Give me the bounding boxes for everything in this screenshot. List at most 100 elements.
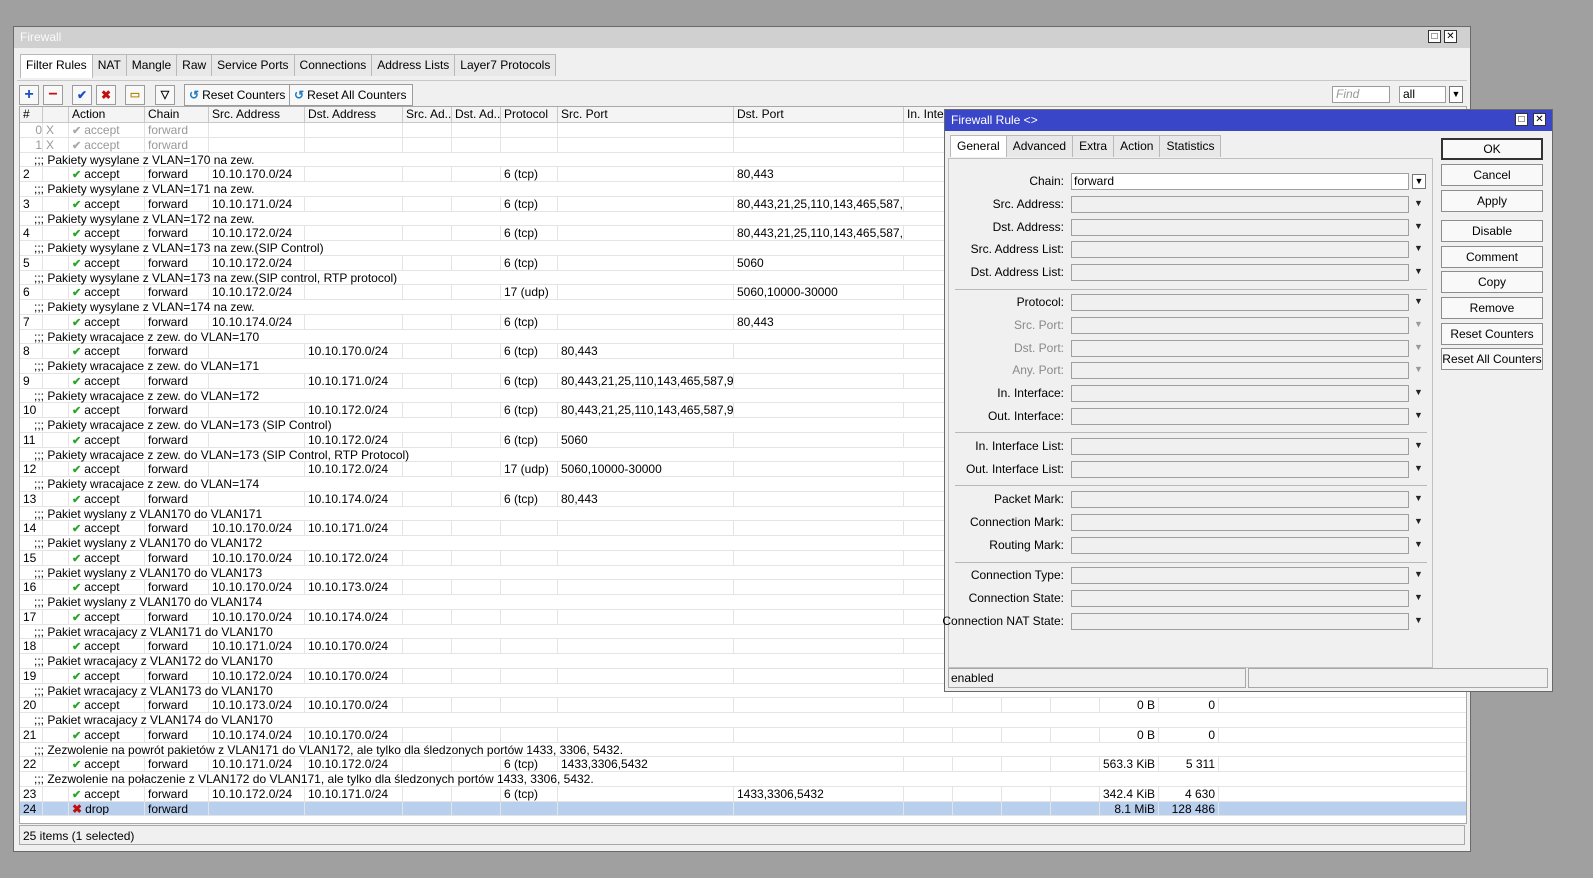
src-address-input[interactable] xyxy=(1071,196,1409,213)
chevron-down-icon[interactable]: ▼ xyxy=(1449,86,1463,103)
chevron-down-icon[interactable]: ▼ xyxy=(1414,296,1423,306)
remove-button[interactable]: Remove xyxy=(1441,297,1543,319)
connection-nat-state-input[interactable] xyxy=(1071,613,1409,630)
chevron-down-icon[interactable]: ▼ xyxy=(1414,243,1423,253)
reset-counters-button[interactable]: ↺ Reset Counters xyxy=(184,84,293,106)
out-interface-list-input[interactable] xyxy=(1071,461,1409,478)
src-port-input[interactable] xyxy=(1071,317,1409,334)
tab-address-lists[interactable]: Address Lists xyxy=(371,54,456,76)
cell-b xyxy=(1051,757,1100,771)
chevron-down-icon[interactable]: ▼ xyxy=(1414,516,1423,526)
tab-mangle[interactable]: Mangle xyxy=(125,54,178,76)
in-interface-input[interactable] xyxy=(1071,385,1409,402)
reset-counters-button[interactable]: Reset Counters xyxy=(1441,323,1543,345)
tab-general[interactable]: General xyxy=(950,135,1007,157)
col-dst-port[interactable]: Dst. Port xyxy=(734,107,904,122)
protocol-input[interactable] xyxy=(1071,294,1409,311)
chevron-down-icon[interactable]: ▼ xyxy=(1414,539,1423,549)
chevron-down-icon[interactable]: ▼ xyxy=(1414,493,1423,503)
col-action[interactable]: Action xyxy=(69,107,145,122)
comment-row[interactable]: ;;; Pakiet wracajacy z VLAN174 do VLAN17… xyxy=(20,713,1466,728)
maximize-icon[interactable]: □ xyxy=(1428,30,1441,43)
tab-action[interactable]: Action xyxy=(1113,135,1161,157)
col-protocol[interactable]: Protocol xyxy=(501,107,558,122)
cancel-button[interactable]: Cancel xyxy=(1441,164,1543,186)
chevron-down-icon[interactable]: ▼ xyxy=(1414,221,1423,231)
chevron-down-icon[interactable]: ▼ xyxy=(1414,463,1423,473)
cell-a xyxy=(1002,727,1051,742)
col-src-port[interactable]: Src. Port xyxy=(558,107,734,122)
tab-extra[interactable]: Extra xyxy=(1072,135,1115,157)
ok-button[interactable]: OK xyxy=(1441,138,1543,160)
tab-layer7-protocols[interactable]: Layer7 Protocols xyxy=(454,54,557,76)
chevron-down-icon[interactable]: ▼ xyxy=(1414,569,1423,579)
connection-mark-input[interactable] xyxy=(1071,514,1409,531)
col-dst-address[interactable]: Dst. Address xyxy=(305,107,403,122)
filter-icon[interactable]: ▽ xyxy=(155,85,175,105)
filter-select[interactable]: all xyxy=(1399,86,1446,103)
comment-row[interactable]: ;;; Zezwolenie na połaczenie z VLAN172 d… xyxy=(20,772,1466,787)
close-icon[interactable]: ✕ xyxy=(1533,113,1546,126)
tab-statistics[interactable]: Statistics xyxy=(1159,135,1222,157)
find-input[interactable]: Find xyxy=(1332,86,1390,103)
tab-nat[interactable]: NAT xyxy=(91,54,127,76)
comment-icon[interactable]: ▭ xyxy=(125,85,145,105)
col-src-address-list[interactable]: Src. Ad... xyxy=(403,107,452,122)
table-row[interactable]: 24 ✖ drop forward 8.1 MiB 128 486 xyxy=(20,801,1466,817)
routing-mark-input[interactable] xyxy=(1071,537,1409,554)
chevron-down-icon[interactable]: ▼ xyxy=(1414,440,1423,450)
reset-all-counters-button[interactable]: Reset All Counters xyxy=(1441,348,1543,370)
any-port-input[interactable] xyxy=(1071,362,1409,379)
dst-address-list-input[interactable] xyxy=(1071,264,1409,281)
chevron-down-icon[interactable]: ▼ xyxy=(1414,387,1423,397)
maximize-icon[interactable]: □ xyxy=(1515,113,1528,126)
rule-status: enabled xyxy=(948,668,1246,688)
disable-button[interactable]: Disable xyxy=(1441,220,1543,242)
dst-port-input[interactable] xyxy=(1071,340,1409,357)
tab-service-ports[interactable]: Service Ports xyxy=(211,54,295,76)
chevron-down-icon[interactable]: ▼ xyxy=(1414,319,1423,329)
chevron-down-icon[interactable]: ▼ xyxy=(1414,342,1423,352)
in-interface-list-input[interactable] xyxy=(1071,438,1409,455)
cell-proto: 17 (udp) xyxy=(501,462,558,476)
tab-connections[interactable]: Connections xyxy=(293,54,373,76)
tab-raw[interactable]: Raw xyxy=(176,54,213,76)
packet-mark-input[interactable] xyxy=(1071,491,1409,508)
enable-icon[interactable]: ✔ xyxy=(72,85,92,105)
chevron-down-icon[interactable]: ▼ xyxy=(1414,410,1423,420)
close-icon[interactable]: ✕ xyxy=(1444,30,1457,43)
copy-button[interactable]: Copy xyxy=(1441,271,1543,293)
comment-button[interactable]: Comment xyxy=(1441,246,1543,268)
chevron-down-icon[interactable]: ▼ xyxy=(1414,364,1423,374)
out-interface-input[interactable] xyxy=(1071,408,1409,425)
chain-dropdown-icon[interactable]: ▼ xyxy=(1412,174,1426,189)
disable-icon[interactable]: ✖ xyxy=(96,85,116,105)
col-flags[interactable] xyxy=(43,107,69,122)
table-row[interactable]: 22 ✔ accept forward 10.10.171.0/24 10.10.172.… xyxy=(20,757,1466,772)
table-row[interactable]: 23 ✔ accept forward 10.10.172.0/24 10.10.171.… xyxy=(20,786,1466,802)
cell-in xyxy=(904,757,953,771)
chevron-down-icon[interactable]: ▼ xyxy=(1414,198,1423,208)
chain-input[interactable]: forward xyxy=(1071,173,1409,190)
col-chain[interactable]: Chain xyxy=(145,107,209,122)
col-num[interactable]: # xyxy=(20,107,43,122)
cell-sport xyxy=(558,285,734,299)
tab-advanced[interactable]: Advanced xyxy=(1005,135,1074,157)
chevron-down-icon[interactable]: ▼ xyxy=(1414,592,1423,602)
table-row[interactable]: 20 ✔ accept forward 10.10.173.0/24 10.10.170.… xyxy=(20,698,1466,713)
reset-all-counters-button[interactable]: ↺ Reset All Counters xyxy=(289,84,414,106)
tab-filter-rules[interactable]: Filter Rules xyxy=(20,54,93,78)
connection-type-input[interactable] xyxy=(1071,567,1409,584)
comment-row[interactable]: ;;; Zezwolenie na powrót pakietów z VLAN… xyxy=(20,743,1466,758)
remove-icon[interactable]: − xyxy=(43,85,63,105)
src-address-list-input[interactable] xyxy=(1071,241,1409,258)
apply-button[interactable]: Apply xyxy=(1441,190,1543,212)
add-icon[interactable]: + xyxy=(19,85,39,105)
col-dst-address-list[interactable]: Dst. Ad... xyxy=(452,107,501,122)
table-row[interactable]: 21 ✔ accept forward 10.10.174.0/24 10.10.170.… xyxy=(20,727,1466,743)
chevron-down-icon[interactable]: ▼ xyxy=(1414,615,1423,625)
chevron-down-icon[interactable]: ▼ xyxy=(1414,266,1423,276)
dst-address-input[interactable] xyxy=(1071,219,1409,236)
col-src-address[interactable]: Src. Address xyxy=(209,107,305,122)
connection-state-input[interactable] xyxy=(1071,590,1409,607)
